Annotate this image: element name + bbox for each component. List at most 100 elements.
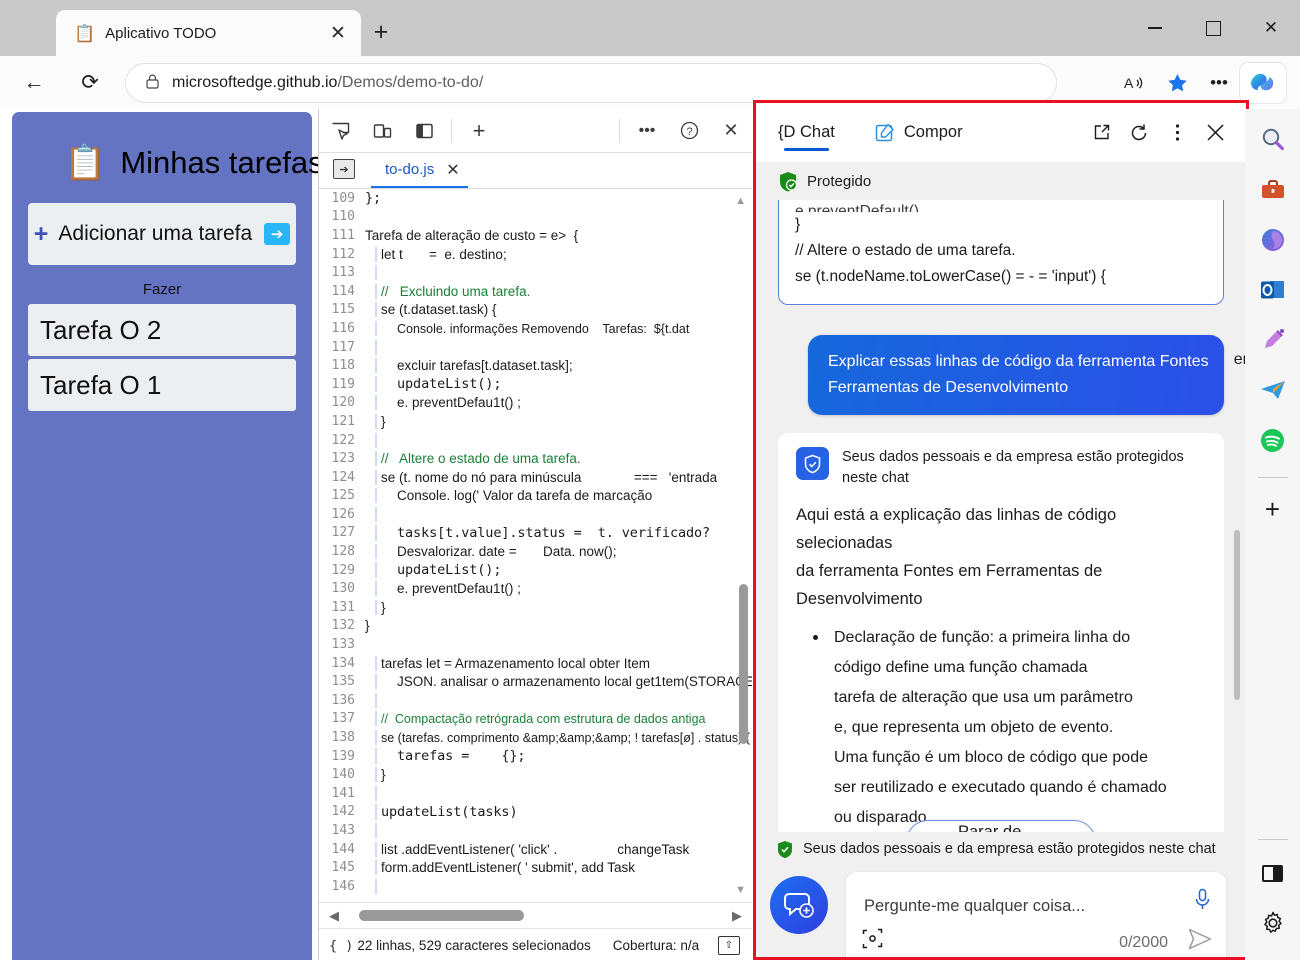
- add-task-button[interactable]: + Adicionar uma tarefa ➔: [28, 203, 296, 265]
- list-item[interactable]: Tarefa O 1: [28, 359, 296, 411]
- devtools-help-icon[interactable]: ?: [668, 114, 710, 148]
- file-tab-close-icon[interactable]: ✕: [446, 160, 459, 180]
- send-icon[interactable]: [1188, 928, 1212, 955]
- code-text: e. preventDefau1t() ;: [365, 395, 752, 411]
- more-vertical-icon[interactable]: [1158, 114, 1196, 152]
- todo-header: 📋 Minhas tarefas: [12, 112, 324, 181]
- reload-button[interactable]: ⟳: [68, 65, 112, 101]
- clipboard-icon: 📋: [74, 23, 96, 43]
- indent-guide: [375, 599, 377, 615]
- chat-footnote-text: Seus dados pessoais e da empresa estão p…: [803, 841, 1216, 857]
- copilot-icon[interactable]: [1240, 62, 1286, 103]
- scroll-down-icon[interactable]: ▼: [735, 884, 746, 896]
- settings-gear-icon[interactable]: [1254, 904, 1292, 942]
- upload-icon[interactable]: ⇧: [718, 936, 740, 955]
- indent-guide: [375, 655, 377, 671]
- code-text: [365, 878, 752, 894]
- indent-guide: [375, 581, 377, 597]
- shopping-icon[interactable]: [1254, 171, 1292, 209]
- tab-chat[interactable]: {D Chat: [774, 103, 839, 162]
- code-text: Console. informações Removendo Tarefas: …: [365, 320, 752, 336]
- scroll-up-icon[interactable]: ▲: [735, 195, 746, 207]
- line-number: 123: [331, 451, 355, 467]
- code-line: 121}: [319, 412, 752, 431]
- refresh-icon[interactable]: [1120, 114, 1158, 152]
- editor-horizontal-scrollbar[interactable]: ◀ ▶: [319, 902, 752, 928]
- window-controls: ✕: [1126, 0, 1300, 56]
- inspect-element-icon[interactable]: [319, 114, 361, 148]
- submit-arrow-icon[interactable]: ➔: [264, 223, 291, 245]
- designer-icon[interactable]: [1254, 321, 1292, 359]
- tab-to-do-js[interactable]: to-do.js ✕: [371, 153, 468, 188]
- spotify-icon[interactable]: [1254, 421, 1292, 459]
- code-text: form.addEventListener( ' submit', add Ta…: [365, 860, 752, 876]
- outlook-icon[interactable]: [1254, 271, 1292, 309]
- pretty-print-icon[interactable]: { ): [329, 938, 353, 954]
- sidebar-toggle-icon[interactable]: [1254, 854, 1292, 892]
- browser-more-icon[interactable]: •••: [1198, 65, 1240, 101]
- url-input[interactable]: microsoftedge.github.io/Demos/demo-to-do…: [126, 63, 1056, 102]
- devtools-close-icon[interactable]: ✕: [710, 114, 752, 148]
- scroll-right-icon[interactable]: ▶: [732, 908, 742, 924]
- browser-tab[interactable]: 📋 Aplicativo TODO ✕: [56, 10, 361, 56]
- url-path: /Demos/demo-to-do/: [337, 73, 484, 91]
- code-text: Tarefa de alteração de custo = e> {: [365, 227, 579, 243]
- line-number: 126: [331, 506, 355, 522]
- close-icon[interactable]: [1196, 114, 1234, 152]
- microphone-icon[interactable]: [1193, 888, 1212, 917]
- hscroll-track[interactable]: [347, 910, 724, 921]
- list-item[interactable]: Tarefa O 2: [28, 304, 296, 356]
- search-icon[interactable]: [1254, 121, 1292, 159]
- code-text: updateList();: [365, 562, 752, 579]
- back-button[interactable]: ←: [12, 65, 56, 101]
- devtools-more-icon[interactable]: •••: [626, 114, 668, 148]
- indent-guide: [375, 692, 377, 708]
- stop-responding-button[interactable]: Parar de responder: [906, 820, 1096, 832]
- scan-icon[interactable]: [862, 928, 883, 954]
- plus-icon: +: [33, 219, 49, 248]
- read-aloud-icon[interactable]: A: [1114, 65, 1156, 101]
- chat-footnote: Seus dados pessoais e da empresa estão p…: [756, 832, 1246, 866]
- tab-compose[interactable]: Compor: [871, 103, 967, 162]
- line-number: 117: [331, 339, 355, 355]
- open-in-new-icon[interactable]: [1082, 114, 1120, 152]
- new-tab-button[interactable]: +: [366, 18, 396, 48]
- maximize-button[interactable]: [1184, 0, 1242, 56]
- selection-status: 22 linhas, 529 caracteres selecionados: [357, 938, 591, 953]
- indent-guide: [375, 748, 377, 765]
- microsoft365-icon[interactable]: [1254, 221, 1292, 259]
- device-toolbar-icon[interactable]: [361, 114, 403, 148]
- sidebar-divider: [1257, 477, 1288, 478]
- line-number: 146: [331, 878, 355, 894]
- add-tool-button[interactable]: +: [458, 114, 500, 148]
- line-number: 110: [331, 209, 355, 225]
- open-drawer-icon[interactable]: ➔: [333, 159, 355, 179]
- chat-scrollbar[interactable]: [1234, 530, 1240, 700]
- editor-vertical-scrollbar[interactable]: [739, 584, 748, 744]
- indent-guide: [375, 246, 377, 262]
- code-editor[interactable]: 109}; 110 111 Tarefa de alteração de custo …: [319, 189, 752, 902]
- dock-panel-icon[interactable]: [403, 114, 445, 148]
- line-number: 137: [331, 711, 355, 727]
- chat-input[interactable]: Pergunte-me qualquer coisa...: [864, 897, 1085, 916]
- minimize-button[interactable]: [1126, 0, 1184, 56]
- scroll-left-icon[interactable]: ◀: [329, 908, 339, 924]
- tab-close-icon[interactable]: ✕: [325, 22, 351, 45]
- code-line: 140}: [319, 765, 752, 784]
- devtools-panel: + ••• ? ✕ ➔ to-do.js ✕ 109}; 110 111 Tarefa…: [318, 109, 752, 960]
- favorite-star-icon[interactable]: [1156, 65, 1198, 101]
- bot-bullet-line: tarefa de alteração que usa um parâmetro: [834, 689, 1133, 706]
- new-chat-avatar-icon[interactable]: [770, 876, 828, 934]
- chat-input-box[interactable]: Pergunte-me qualquer coisa... 0/2000: [846, 872, 1226, 957]
- line-number: 143: [331, 822, 355, 838]
- code-text: [365, 692, 752, 708]
- add-sidebar-app-button[interactable]: +: [1254, 490, 1292, 528]
- address-bar-actions: A •••: [1114, 62, 1300, 103]
- hscroll-thumb[interactable]: [359, 910, 524, 921]
- close-window-button[interactable]: ✕: [1242, 0, 1300, 56]
- line-number: 128: [331, 544, 355, 560]
- telegram-icon[interactable]: [1254, 371, 1292, 409]
- file-tab-label: to-do.js: [385, 161, 435, 178]
- code-snippet-line: // Altere o estado de uma tarefa.: [795, 242, 1016, 259]
- code-line: 120 e. preventDefau1t() ;: [319, 394, 752, 413]
